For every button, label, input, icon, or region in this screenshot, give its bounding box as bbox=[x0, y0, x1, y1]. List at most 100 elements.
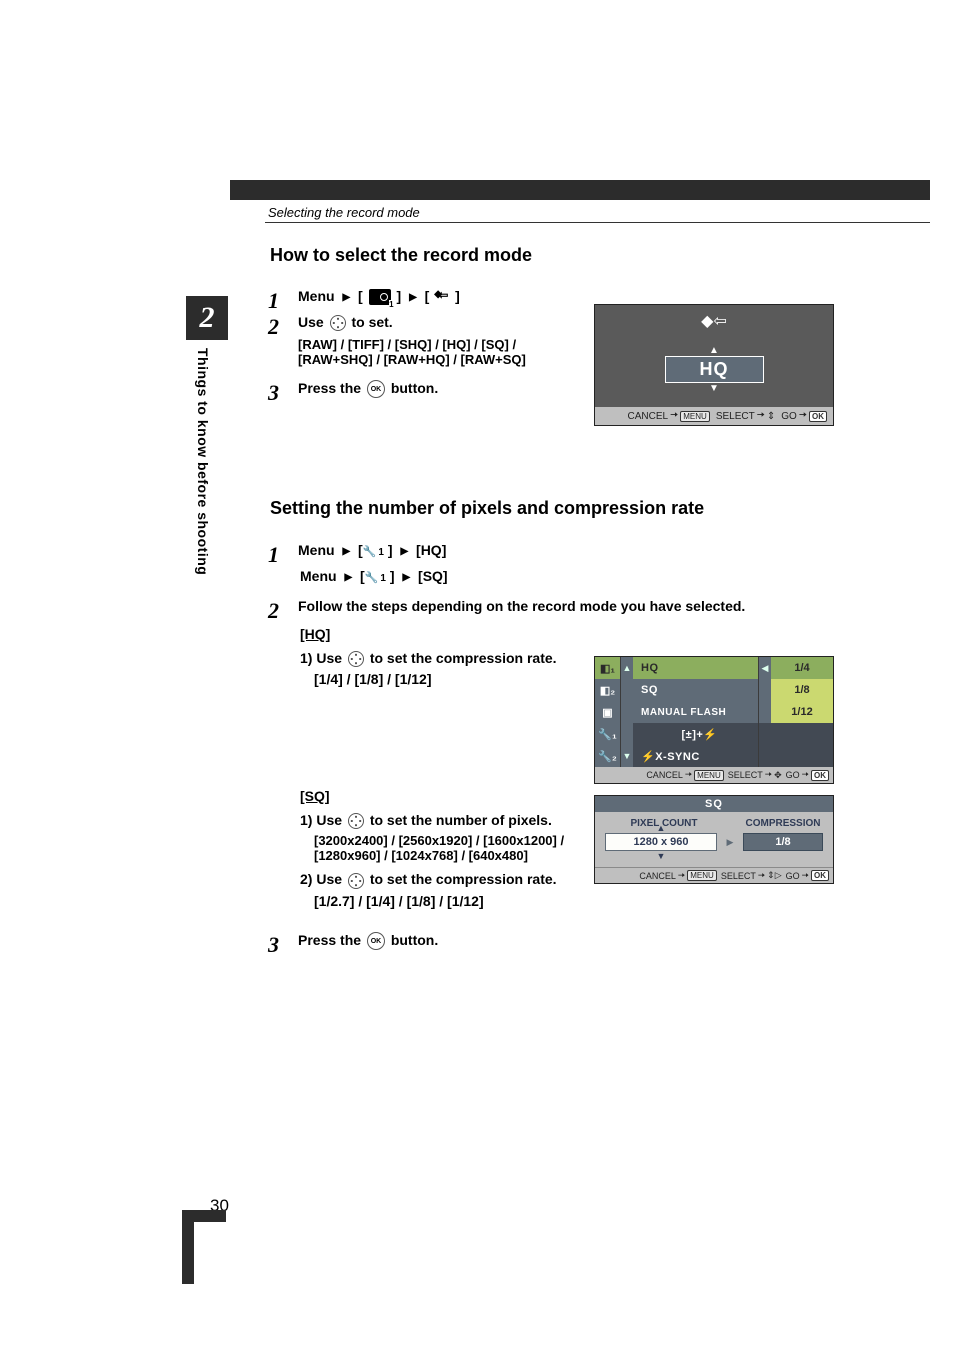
step-number-2: 2 bbox=[268, 598, 284, 624]
triangle-icon: ▶ bbox=[400, 546, 408, 557]
lcd-statusbar: CANCEL🠦MENU SELECT🠦⇕ GO🠦OK bbox=[595, 407, 833, 425]
step3-button-label: button. bbox=[391, 380, 438, 396]
breadcrumb-underline bbox=[265, 222, 930, 223]
hq-line1-a: 1) Use bbox=[300, 650, 342, 666]
down-triangle-icon: ▼ bbox=[595, 383, 833, 394]
triangle-icon: ▶ bbox=[402, 572, 410, 583]
hq-line1-b: to set the compression rate. bbox=[370, 650, 557, 666]
status-go: GO bbox=[786, 770, 800, 780]
menu-key-icon: MENU bbox=[694, 770, 724, 781]
sq-subheading: [SQ] bbox=[300, 788, 604, 804]
hq-subheading: [HQ] bbox=[300, 626, 557, 642]
step2-use-label: Use bbox=[298, 314, 324, 330]
bracket-close: ] bbox=[390, 568, 395, 584]
status-cancel: CANCEL bbox=[646, 770, 683, 780]
dialog-title: SQ bbox=[595, 796, 833, 812]
menu-tab-2: ◧₂ bbox=[595, 679, 621, 701]
nav-icon: ⇕▷ bbox=[767, 870, 781, 881]
step-number-1: 1 bbox=[268, 288, 284, 314]
sq-line2: [3200x2400] / [2560x1920] / [1600x1200] … bbox=[314, 833, 604, 863]
step3-body: Press the OK button. bbox=[298, 380, 438, 398]
step2-body: Use to set. [RAW] / [TIFF] / [SHQ] / [HQ… bbox=[298, 314, 578, 367]
bracket-close: ] bbox=[388, 542, 393, 558]
bracket-close: ] bbox=[397, 288, 402, 304]
menu-row-value: 1/8 bbox=[771, 679, 833, 701]
menu-label: Menu bbox=[300, 568, 337, 584]
step2-follow-text: Follow the steps depending on the record… bbox=[298, 598, 745, 614]
right-triangle-icon: ▶ bbox=[725, 837, 735, 848]
step2-options: [RAW] / [TIFF] / [SHQ] / [HQ] / [SQ] / [… bbox=[298, 337, 578, 367]
lcd-screen-settings-menu: ◧₁ ▲ HQ ◀ 1/4 ◧₂ SQ 1/8 ▣ MANUAL FLASH 1… bbox=[594, 656, 834, 784]
sq-target: [SQ] bbox=[418, 568, 448, 584]
menu-row-value: 1/12 bbox=[771, 701, 833, 723]
ok-button-icon: OK bbox=[367, 380, 385, 398]
step-number-3: 3 bbox=[268, 932, 284, 958]
breadcrumb: Selecting the record mode bbox=[268, 205, 420, 220]
sec1-step2: 2 Use to set. [RAW] / [TIFF] / [SHQ] / [… bbox=[268, 314, 578, 367]
sq-line3-a: 2) Use bbox=[300, 871, 342, 887]
arrow-pad-icon bbox=[330, 315, 346, 331]
triangle-icon: ▶ bbox=[409, 292, 417, 303]
hq-target: [HQ] bbox=[416, 542, 446, 558]
step-number-3: 3 bbox=[268, 380, 284, 406]
menu-row-label: [±]+⚡ bbox=[633, 723, 759, 745]
menu-row-label: HQ bbox=[633, 657, 759, 679]
chapter-tab: 2 bbox=[186, 296, 228, 340]
camera-icon: 1 bbox=[369, 289, 391, 305]
status-cancel: CANCEL bbox=[628, 411, 669, 422]
nav-icon: ✥ bbox=[774, 770, 782, 781]
wrench-icon: 🔧 bbox=[365, 572, 379, 584]
sec1-step1: 1 Menu ▶ [ 1 ] ▶ [ ] bbox=[268, 288, 460, 314]
step-number-2: 2 bbox=[268, 314, 284, 340]
compression-value: 1/8 bbox=[743, 833, 823, 851]
menu-tab-4: 🔧₁ bbox=[595, 723, 621, 745]
status-cancel: CANCEL bbox=[639, 871, 676, 881]
status-select: SELECT bbox=[721, 871, 756, 881]
status-go: GO bbox=[781, 411, 797, 422]
menu-row-label: MANUAL FLASH bbox=[633, 701, 759, 723]
column-header-compression: COMPRESSION bbox=[733, 818, 833, 829]
wrench-icon: 🔧 bbox=[363, 546, 377, 558]
status-select: SELECT bbox=[716, 411, 755, 422]
bracket-open: [ bbox=[425, 288, 430, 304]
page-corner-mark bbox=[182, 1222, 194, 1284]
lcd-statusbar: CANCEL🠦MENU SELECT🠦✥ GO🠦OK bbox=[595, 767, 833, 783]
up-triangle-icon: ▲ bbox=[621, 657, 633, 679]
sec1-step3: 3 Press the OK button. bbox=[268, 380, 438, 406]
lcd-screen-sq-dialog: SQ PIXEL COUNT COMPRESSION 1280 x 960 ▶ … bbox=[594, 795, 834, 884]
bracket-open: [ bbox=[358, 288, 363, 304]
record-mode-icon bbox=[435, 290, 449, 304]
up-triangle-icon: ▲ bbox=[595, 345, 833, 356]
step3-press-label: Press the bbox=[298, 380, 361, 396]
heading-pixels-compression: Setting the number of pixels and compres… bbox=[270, 498, 704, 519]
lcd-screen-record-mode: ◆⇦ ▲ HQ ▼ CANCEL🠦MENU SELECT🠦⇕ GO🠦OK bbox=[594, 304, 834, 426]
side-section-title: Things to know before shooting bbox=[195, 348, 211, 575]
lcd-statusbar: CANCEL🠦MENU SELECT🠦⇕▷ GO🠦OK bbox=[595, 867, 833, 883]
sec2-step1b: Menu ▶ [🔧1 ] ▶ [SQ] bbox=[300, 568, 448, 584]
record-mode-top-icon: ◆⇦ bbox=[595, 305, 833, 331]
status-select: SELECT bbox=[728, 770, 763, 780]
sec2-step3: 3 Press the OK button. bbox=[268, 932, 438, 958]
arrow-pad-icon bbox=[348, 813, 364, 829]
pixel-count-value: 1280 x 960 bbox=[605, 833, 717, 851]
menu-tab-1: ◧₁ bbox=[595, 657, 621, 679]
sq-line1-b: to set the number of pixels. bbox=[370, 812, 552, 828]
menu-key-icon: MENU bbox=[680, 411, 710, 422]
menu-row-value bbox=[771, 745, 833, 767]
menu-row-label: ⚡X-SYNC bbox=[633, 745, 759, 767]
step-number-1: 1 bbox=[268, 542, 284, 568]
heading-select-record-mode: How to select the record mode bbox=[270, 245, 532, 266]
arrow-pad-icon bbox=[348, 873, 364, 889]
record-mode-value: HQ bbox=[665, 356, 764, 383]
down-triangle-icon: ▼ bbox=[621, 745, 633, 767]
sec2-step1a: 1 Menu ▶ [🔧1 ] ▶ [HQ] bbox=[268, 542, 446, 568]
subscript-1: 1 bbox=[380, 573, 386, 584]
menu-row-value bbox=[771, 723, 833, 745]
left-triangle-icon: ◀ bbox=[759, 657, 771, 679]
menu-tab-3: ▣ bbox=[595, 701, 621, 723]
arrow-pad-icon bbox=[348, 651, 364, 667]
sq-line1-a: 1) Use bbox=[300, 812, 342, 828]
sq-line3-b: to set the compression rate. bbox=[370, 871, 557, 887]
ok-key-icon: OK bbox=[809, 411, 827, 422]
step1-menu-label: Menu bbox=[298, 288, 335, 304]
